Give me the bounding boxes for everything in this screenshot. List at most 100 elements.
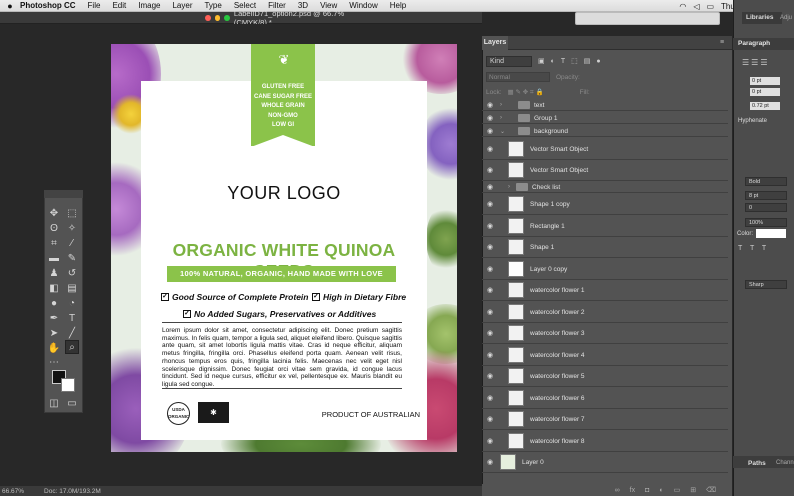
new-group-icon[interactable]: ▭ — [674, 486, 681, 494]
zoom-level[interactable]: 66.67% — [2, 488, 24, 495]
filter-type-icon[interactable]: T — [561, 58, 565, 65]
wifi-icon[interactable]: ◠ — [679, 2, 686, 11]
battery-icon[interactable]: ▭ — [706, 2, 714, 11]
type-tool-icon[interactable]: T — [65, 312, 79, 326]
visibility-eye-icon[interactable]: ◉ — [482, 222, 498, 230]
eraser-tool-icon[interactable]: ◧ — [47, 282, 61, 296]
layer-row[interactable]: ◉ watercolor flower 1 — [482, 280, 728, 301]
add-mask-icon[interactable]: ◘ — [645, 487, 649, 494]
visibility-eye-icon[interactable]: ◉ — [482, 372, 498, 380]
layer-row[interactable]: ◉ Vector Smart Object — [482, 160, 728, 181]
tab-paths[interactable]: Paths — [748, 460, 766, 467]
tracking-field[interactable]: 0 — [745, 203, 787, 212]
expand-triangle-icon[interactable]: › — [500, 102, 508, 108]
text-color-swatch[interactable] — [756, 229, 786, 238]
history-brush-tool-icon[interactable]: ↺ — [65, 267, 79, 281]
layer-row[interactable]: ◉ Shape 1 copy — [482, 194, 728, 215]
indent-left-field[interactable]: 0 pt — [750, 77, 780, 85]
visibility-eye-icon[interactable]: ◉ — [482, 394, 498, 402]
visibility-eye-icon[interactable]: ◉ — [482, 286, 498, 294]
filter-toggle-icon[interactable]: ● — [596, 58, 600, 65]
visibility-eye-icon[interactable]: ◉ — [482, 329, 498, 337]
visibility-eye-icon[interactable]: ◉ — [482, 437, 498, 445]
line-tool-icon[interactable]: ╱ — [65, 327, 79, 341]
magic-wand-tool-icon[interactable]: ✧ — [65, 222, 79, 236]
visibility-eye-icon[interactable]: ◉ — [482, 308, 498, 316]
background-color-swatch[interactable] — [61, 378, 75, 392]
layer-row[interactable]: ◉ Layer 0 copy — [482, 259, 728, 280]
visibility-eye-icon[interactable]: ◉ — [482, 145, 498, 153]
menu-file[interactable]: File — [82, 1, 107, 10]
menu-image[interactable]: Image — [132, 1, 166, 10]
healing-brush-tool-icon[interactable]: ▬ — [47, 252, 61, 266]
menu-app-name[interactable]: Photoshop CC — [14, 1, 82, 10]
layer-row[interactable]: ◉ watercolor flower 8 — [482, 431, 728, 452]
expand-triangle-icon[interactable]: › — [508, 184, 516, 190]
doc-size[interactable]: Doc: 17.0M/193.2M — [44, 488, 101, 495]
hyphenate-checkbox[interactable]: Hyphenate — [738, 118, 767, 124]
blur-tool-icon[interactable]: ● — [47, 297, 61, 311]
screen-mode-icon[interactable]: ▭ — [65, 397, 79, 411]
visibility-eye-icon[interactable]: ◉ — [482, 183, 498, 191]
visibility-eye-icon[interactable]: ◉ — [482, 114, 498, 122]
filter-kind-select[interactable]: Kind — [486, 55, 532, 67]
antialias-select[interactable]: Sharp — [745, 280, 787, 289]
gradient-tool-icon[interactable]: ▤ — [65, 282, 79, 296]
tab-adjustments[interactable]: Adju — [780, 12, 792, 24]
space-after-field[interactable]: 0.72 pt — [750, 102, 780, 110]
filter-pixel-icon[interactable]: ▣ — [538, 57, 545, 65]
layer-row[interactable]: ◉ watercolor flower 2 — [482, 302, 728, 323]
more-tools-icon[interactable]: ⋯ — [47, 356, 61, 370]
visibility-eye-icon[interactable]: ◉ — [482, 200, 498, 208]
layer-row[interactable]: ◉ watercolor flower 6 — [482, 388, 728, 409]
zoom-dot-icon[interactable] — [224, 15, 230, 21]
trash-icon[interactable]: ⌫ — [706, 486, 716, 494]
layer-row[interactable]: ◉ Layer 0 — [482, 452, 728, 473]
layer-row[interactable]: ◉ › Group 1 — [482, 113, 728, 124]
visibility-eye-icon[interactable]: ◉ — [482, 166, 498, 174]
visibility-eye-icon[interactable]: ◉ — [482, 127, 498, 135]
layer-row[interactable]: ◉ Vector Smart Object — [482, 139, 728, 160]
menu-type[interactable]: Type — [198, 1, 227, 10]
clone-stamp-tool-icon[interactable]: ♟ — [47, 267, 61, 281]
lasso-tool-icon[interactable]: ʘ — [47, 222, 61, 236]
menu-layer[interactable]: Layer — [166, 1, 198, 10]
layer-row[interactable]: ◉ › text — [482, 100, 728, 111]
layer-row[interactable]: ◉ Shape 1 — [482, 237, 728, 258]
zoom-tool-icon[interactable]: ⌕ — [65, 340, 79, 354]
move-tool-icon[interactable]: ✥ — [47, 207, 61, 221]
font-style-select[interactable]: Bold — [745, 177, 787, 186]
hand-tool-icon[interactable]: ✋ — [47, 342, 61, 356]
notification-strip[interactable] — [575, 12, 720, 25]
filter-adjustment-icon[interactable]: ◐ — [551, 58, 555, 65]
visibility-eye-icon[interactable]: ◉ — [482, 265, 498, 273]
align-buttons-icon[interactable]: ☰☰☰ — [742, 58, 770, 67]
filter-shape-icon[interactable]: ⬚ — [571, 57, 578, 65]
visibility-eye-icon[interactable]: ◉ — [482, 351, 498, 359]
menu-edit[interactable]: Edit — [106, 1, 132, 10]
marquee-tool-icon[interactable]: ⬚ — [65, 207, 79, 221]
font-size-field[interactable]: 8 pt — [745, 191, 787, 200]
layer-row[interactable]: ◉ watercolor flower 7 — [482, 409, 728, 430]
expand-triangle-icon[interactable]: › — [500, 115, 508, 121]
visibility-eye-icon[interactable]: ◉ — [482, 458, 498, 466]
volume-icon[interactable]: ◁ — [693, 2, 699, 11]
dodge-tool-icon[interactable]: ◔ — [65, 297, 79, 311]
fx-icon[interactable]: fx — [630, 487, 635, 494]
visibility-eye-icon[interactable]: ◉ — [482, 243, 498, 251]
text-style-buttons-icon[interactable]: T T T — [738, 245, 769, 252]
collapse-triangle-icon[interactable]: ⌄ — [500, 128, 508, 135]
crop-tool-icon[interactable]: ⌗ — [47, 237, 61, 251]
filter-smart-object-icon[interactable]: ▤ — [584, 57, 591, 65]
minimize-dot-icon[interactable] — [214, 15, 221, 21]
tools-panel-header[interactable] — [44, 190, 83, 198]
tab-layers[interactable]: Layers — [482, 36, 508, 50]
path-selection-tool-icon[interactable]: ➤ — [47, 327, 61, 341]
doc-tab[interactable]: LabelID71_option2.psd @ 66.7% (CMYK/8) * — [205, 9, 375, 27]
layer-row[interactable]: ◉ ⌄ background — [482, 126, 728, 137]
lock-icons[interactable]: ▦ ✎ ✥ ⌗ 🔒 — [508, 88, 544, 97]
eyedropper-tool-icon[interactable]: ⁄ — [65, 237, 79, 251]
link-layers-icon[interactable]: ∞ — [615, 487, 620, 494]
tab-channels[interactable]: Chann — [776, 460, 794, 466]
close-dot-icon[interactable] — [205, 15, 211, 21]
